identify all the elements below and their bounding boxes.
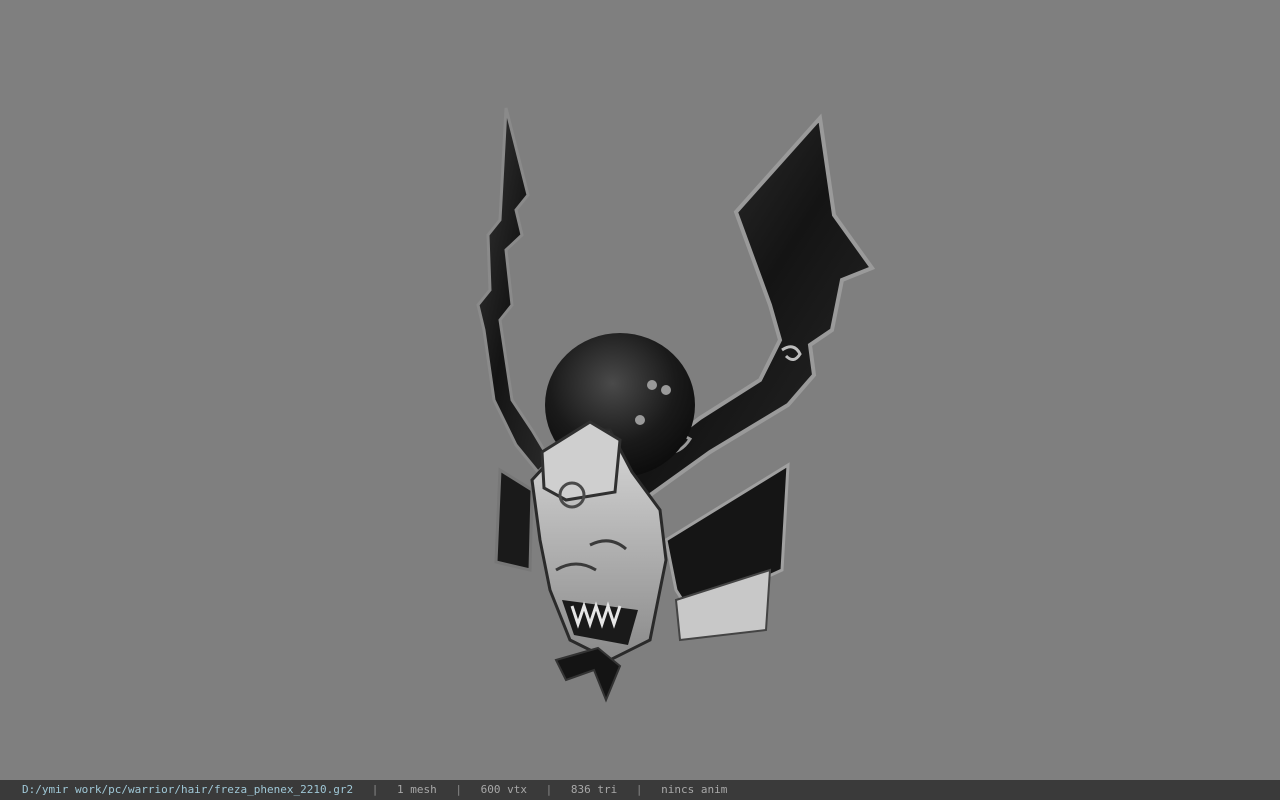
3d-viewport[interactable]: [0, 0, 1280, 780]
separator: |: [635, 783, 643, 796]
triangle-count: 836 tri: [570, 783, 618, 796]
animation-status: nincs anim: [661, 783, 728, 796]
vertex-count: 600 vtx: [480, 783, 527, 796]
mesh-count: 1 mesh: [397, 783, 437, 796]
file-path: D:/ymir work/pc/warrior/hair/freza_phene…: [22, 783, 354, 796]
status-bar: D:/ymir work/pc/warrior/hair/freza_phene…: [0, 780, 1280, 800]
left-horn: [476, 107, 552, 475]
separator: |: [545, 783, 553, 796]
samurai-helmet-model-icon: [476, 107, 876, 703]
separator: |: [455, 783, 463, 796]
separator: |: [371, 783, 379, 796]
